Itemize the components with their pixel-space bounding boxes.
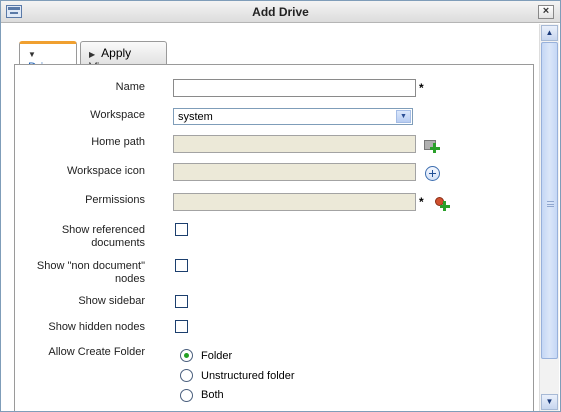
tab-drive[interactable]: ▼Drive bbox=[19, 41, 77, 74]
show-referenced-label-line2: documents bbox=[91, 237, 145, 249]
permissions-required-mark: * bbox=[419, 195, 424, 209]
scrollbar-thumb[interactable] bbox=[541, 42, 558, 359]
add-permission-icon[interactable] bbox=[435, 196, 451, 212]
scroll-down-arrow-icon[interactable]: ▼ bbox=[541, 394, 558, 410]
show-hidden-label: Show hidden nodes bbox=[48, 321, 145, 333]
plus-shape bbox=[430, 143, 440, 153]
permissions-field bbox=[173, 193, 416, 211]
radio-both-label: Both bbox=[201, 389, 224, 401]
radio-unstructured-folder[interactable] bbox=[180, 369, 193, 382]
chevron-down-icon: ▼ bbox=[28, 50, 36, 59]
show-sidebar-checkbox[interactable] bbox=[175, 295, 188, 308]
show-non-document-label-line2: nodes bbox=[115, 273, 145, 285]
name-input[interactable] bbox=[173, 79, 416, 97]
tab-apply-views[interactable]: ▶Apply Views bbox=[80, 41, 167, 74]
show-non-document-checkbox[interactable] bbox=[175, 259, 188, 272]
add-circle-icon[interactable] bbox=[425, 166, 440, 181]
show-referenced-label-line1: Show referenced bbox=[61, 224, 145, 236]
chevron-right-icon: ▶ bbox=[89, 50, 96, 59]
dialog-title: Add Drive bbox=[252, 5, 309, 19]
home-path-field bbox=[173, 135, 416, 153]
radio-folder-label: Folder bbox=[201, 350, 233, 362]
show-referenced-checkbox[interactable] bbox=[175, 223, 188, 236]
chevron-down-icon[interactable]: ▼ bbox=[396, 110, 411, 123]
workspace-icon-field bbox=[173, 163, 416, 181]
drive-form-panel: Name * Workspace system ▼ Home path Work… bbox=[14, 64, 534, 411]
scroll-up-arrow-icon[interactable]: ▲ bbox=[541, 25, 558, 41]
close-button[interactable]: × bbox=[538, 5, 554, 19]
plus-shape bbox=[440, 201, 450, 211]
radio-unstructured-folder-label: Unstructured folder bbox=[201, 370, 295, 382]
radio-both[interactable] bbox=[180, 389, 193, 402]
home-path-label: Home path bbox=[91, 136, 145, 148]
permissions-label: Permissions bbox=[85, 194, 145, 206]
workspace-label: Workspace bbox=[90, 109, 145, 121]
allow-create-folder-label: Allow Create Folder bbox=[48, 346, 145, 358]
vertical-scrollbar[interactable]: ▲ ▼ bbox=[539, 24, 559, 411]
workspace-selected-value: system bbox=[178, 111, 213, 123]
show-non-document-label: Show "non document" nodes bbox=[37, 260, 145, 286]
dialog-content: ▼Drive ▶Apply Views Name * Workspace sys… bbox=[1, 24, 539, 411]
grip-icon bbox=[547, 201, 554, 207]
add-folder-icon[interactable] bbox=[424, 138, 440, 153]
name-label: Name bbox=[115, 81, 145, 93]
show-referenced-label: Show referenced documents bbox=[62, 224, 145, 250]
show-hidden-checkbox[interactable] bbox=[175, 320, 188, 333]
workspace-icon-label: Workspace icon bbox=[66, 165, 145, 177]
show-non-document-label-line1: Show "non document" bbox=[36, 260, 145, 272]
workspace-select[interactable]: system ▼ bbox=[173, 108, 413, 125]
title-bar: Add Drive × bbox=[1, 1, 560, 23]
radio-folder[interactable] bbox=[180, 349, 193, 362]
name-required-mark: * bbox=[419, 81, 424, 95]
show-sidebar-label: Show sidebar bbox=[78, 295, 145, 307]
add-drive-dialog: Add Drive × ▼Drive ▶Apply Views Name * W… bbox=[0, 0, 561, 412]
